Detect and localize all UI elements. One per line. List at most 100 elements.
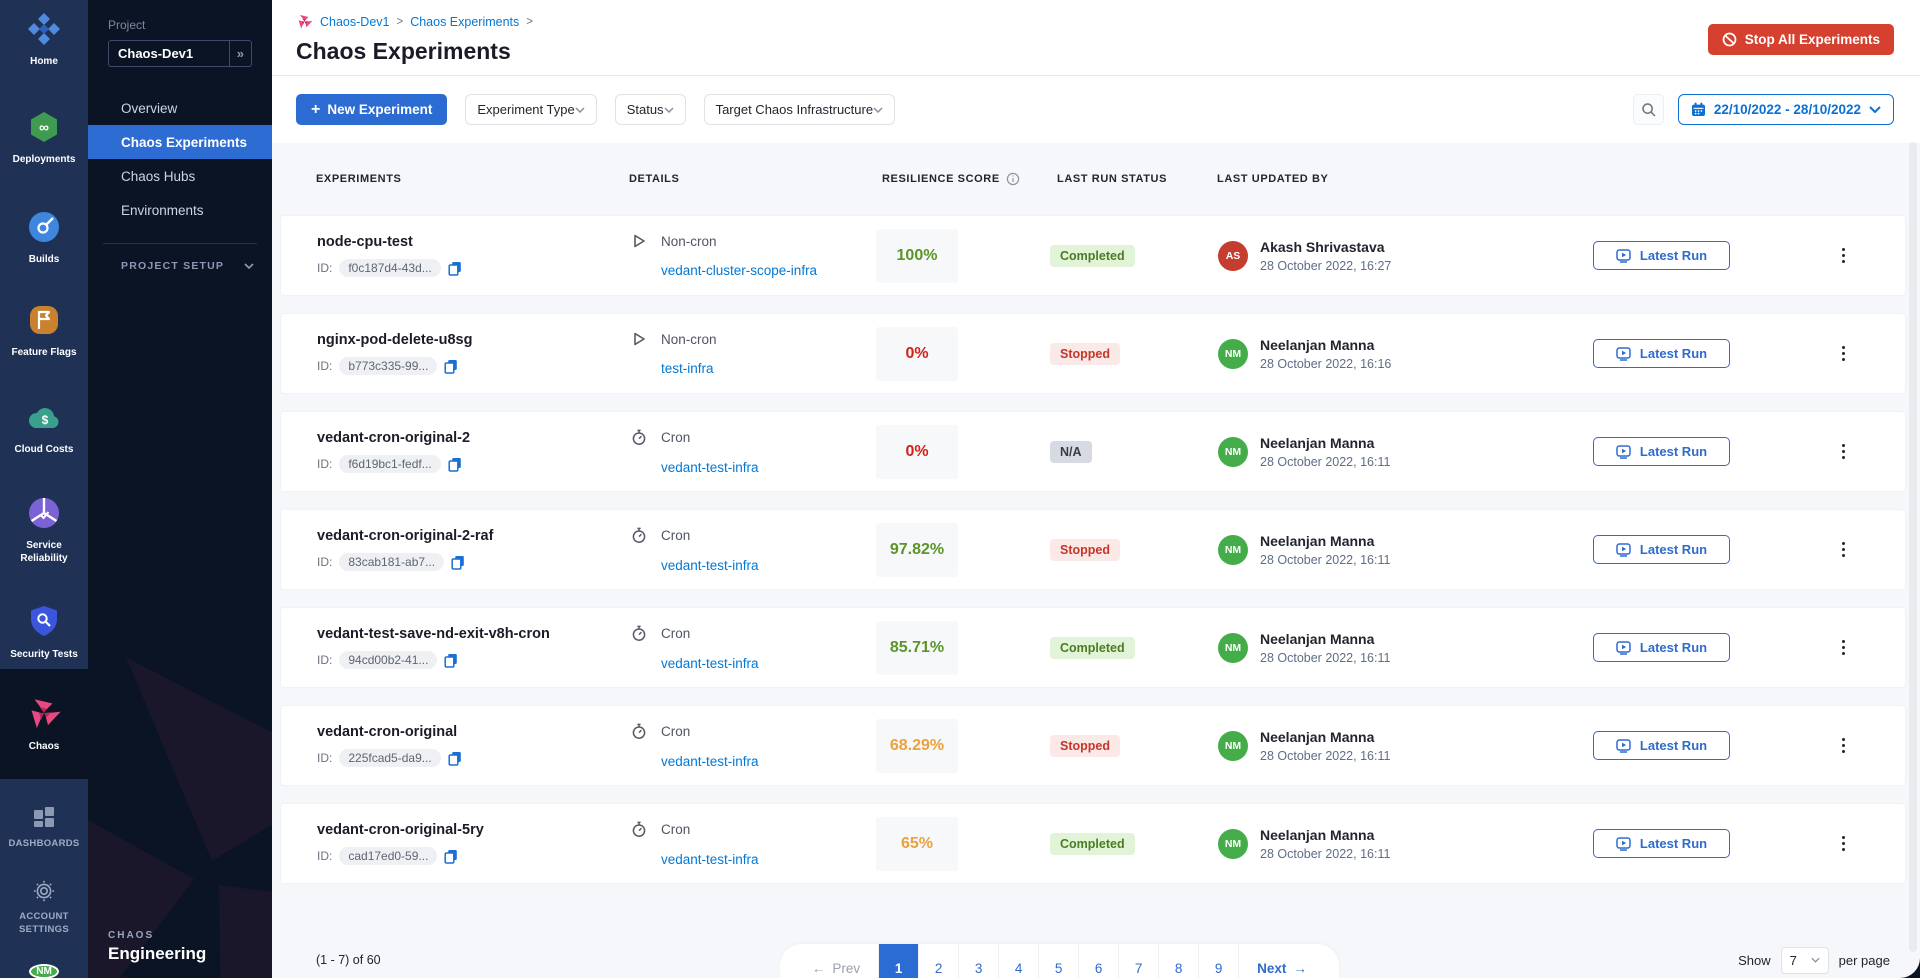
nav-home[interactable]: Home <box>0 12 88 68</box>
avatar: NM <box>1218 437 1248 467</box>
kebab-menu[interactable] <box>1838 339 1850 368</box>
experiment-name[interactable]: node-cpu-test <box>317 234 630 250</box>
copy-icon[interactable] <box>448 457 462 472</box>
infrastructure-link[interactable]: vedant-test-infra <box>661 852 759 867</box>
sidebar-nav-item[interactable]: Chaos Hubs <box>88 159 272 193</box>
new-experiment-button[interactable]: + New Experiment <box>296 94 447 125</box>
copy-icon[interactable] <box>444 359 458 374</box>
sidebar-nav: Overview Chaos Experiments Chaos Hubs En… <box>88 91 272 227</box>
experiment-name[interactable]: vedant-cron-original-2-raf <box>317 528 630 544</box>
page-button[interactable]: 9 <box>1198 944 1238 978</box>
stop-all-experiments-button[interactable]: Stop All Experiments <box>1708 24 1894 55</box>
latest-run-button[interactable]: Latest Run <box>1593 241 1730 270</box>
expand-icon[interactable]: » <box>229 41 251 66</box>
project-selector[interactable]: Chaos-Dev1 » <box>108 40 252 67</box>
latest-run-button[interactable]: Latest Run <box>1593 829 1730 858</box>
kebab-menu[interactable] <box>1838 731 1850 760</box>
sidebar-nav-item[interactable]: Environments <box>88 193 272 227</box>
filter-dropdown[interactable]: Status <box>615 94 686 125</box>
page-button[interactable]: 2 <box>918 944 958 978</box>
infrastructure-row: vedant-test-infra <box>630 558 876 573</box>
experiment-name[interactable]: nginx-pod-delete-u8sg <box>317 332 630 348</box>
id-label: ID: <box>317 751 332 765</box>
project-setup-toggle[interactable]: PROJECT SETUP <box>88 260 272 272</box>
experiment-id-row: ID: b773c335-99... <box>317 357 630 375</box>
sidebar-nav-item[interactable]: Overview <box>88 91 272 125</box>
avatar: NM <box>1218 339 1248 369</box>
chaos-watermark-icon <box>88 572 272 978</box>
experiment-name[interactable]: vedant-cron-original-5ry <box>317 822 630 838</box>
nav-deployments[interactable]: ∞ Deployments <box>0 110 88 166</box>
nav-cloud-costs[interactable]: $ Cloud Costs <box>0 402 88 456</box>
latest-run-button[interactable]: Latest Run <box>1593 339 1730 368</box>
nav-service-reliability[interactable]: Service Reliability <box>0 496 88 565</box>
copy-icon[interactable] <box>444 849 458 864</box>
nav-security-tests[interactable]: Security Tests <box>0 605 88 661</box>
infrastructure-link[interactable]: test-infra <box>661 361 714 376</box>
latest-run-button[interactable]: Latest Run <box>1593 731 1730 760</box>
info-icon[interactable] <box>1006 172 1020 186</box>
sidebar-nav-item[interactable]: Chaos Experiments <box>88 125 272 159</box>
nav-dashboards[interactable]: DASHBOARDS <box>0 805 88 850</box>
infrastructure-link[interactable]: vedant-test-infra <box>661 460 759 475</box>
next-page-button[interactable]: Next → <box>1238 944 1325 978</box>
updated-timestamp: 28 October 2022, 16:11 <box>1260 553 1390 567</box>
experiment-id: f6d19bc1-fedf... <box>339 455 440 473</box>
copy-icon[interactable] <box>448 751 462 766</box>
infrastructure-link[interactable]: vedant-test-infra <box>661 754 759 769</box>
page-button[interactable]: 4 <box>998 944 1038 978</box>
kebab-menu[interactable] <box>1838 535 1850 564</box>
updated-timestamp: 28 October 2022, 16:11 <box>1260 847 1390 861</box>
breadcrumb-project-link[interactable]: Chaos-Dev1 <box>320 15 389 29</box>
page-button[interactable]: 1 <box>878 944 918 978</box>
feature-flags-icon <box>27 303 61 340</box>
kebab-menu[interactable] <box>1838 241 1850 270</box>
per-page-label: per page <box>1839 953 1890 968</box>
status-badge: Completed <box>1050 833 1135 855</box>
filter-dropdown[interactable]: Experiment Type <box>465 94 596 125</box>
experiment-name[interactable]: vedant-cron-original-2 <box>317 430 630 446</box>
schedule-type: Non-cron <box>661 332 717 347</box>
page-header: Chaos-Dev1 > Chaos Experiments > Chaos E… <box>272 0 1920 76</box>
infrastructure-link[interactable]: vedant-cluster-scope-infra <box>661 263 817 278</box>
scrollbar[interactable] <box>1909 142 1917 952</box>
kebab-menu[interactable] <box>1838 829 1850 858</box>
page-size-select[interactable]: 7 <box>1781 947 1829 974</box>
copy-icon[interactable] <box>451 555 465 570</box>
kebab-menu[interactable] <box>1838 437 1850 466</box>
copy-icon[interactable] <box>444 653 458 668</box>
search-button[interactable] <box>1633 94 1664 125</box>
kebab-menu[interactable] <box>1838 633 1850 662</box>
page-button[interactable]: 3 <box>958 944 998 978</box>
latest-run-button[interactable]: Latest Run <box>1593 535 1730 564</box>
experiment-id-row: ID: f0c187d4-43d... <box>317 259 630 277</box>
avatar: NM <box>1218 535 1248 565</box>
filter-dropdown[interactable]: Target Chaos Infrastructure <box>704 94 896 125</box>
main-content: Chaos-Dev1 > Chaos Experiments > Chaos E… <box>272 0 1920 978</box>
page-button[interactable]: 6 <box>1078 944 1118 978</box>
page-button[interactable]: 8 <box>1158 944 1198 978</box>
user-avatar[interactable]: NM <box>29 964 59 978</box>
breadcrumb-experiments-link[interactable]: Chaos Experiments <box>410 15 519 29</box>
updated-timestamp: 28 October 2022, 16:11 <box>1260 749 1390 763</box>
nav-builds[interactable]: Builds <box>0 210 88 266</box>
project-sidebar: Project Chaos-Dev1 » Overview Chaos Expe… <box>88 0 272 978</box>
nav-feature-flags[interactable]: Feature Flags <box>0 303 88 359</box>
latest-run-button[interactable]: Latest Run <box>1593 437 1730 466</box>
copy-icon[interactable] <box>448 261 462 276</box>
nav-account-settings[interactable]: ACCOUNT SETTINGS <box>0 880 88 936</box>
schedule-type-row: Cron <box>630 625 876 642</box>
resilience-score: 97.82% <box>876 523 958 577</box>
prev-page-button[interactable]: ← Prev <box>794 944 878 978</box>
infrastructure-link[interactable]: vedant-test-infra <box>661 558 759 573</box>
infrastructure-link[interactable]: vedant-test-infra <box>661 656 759 671</box>
nav-chaos[interactable]: Chaos <box>0 669 88 779</box>
page-button[interactable]: 7 <box>1118 944 1158 978</box>
experiment-name[interactable]: vedant-test-save-nd-exit-v8h-cron <box>317 626 630 642</box>
experiment-id-row: ID: 83cab181-ab7... <box>317 553 630 571</box>
date-range-picker[interactable]: 22/10/2022 - 28/10/2022 <box>1678 94 1894 125</box>
experiment-name[interactable]: vedant-cron-original <box>317 724 630 740</box>
schedule-type-row: Cron <box>630 821 876 838</box>
page-button[interactable]: 5 <box>1038 944 1078 978</box>
latest-run-button[interactable]: Latest Run <box>1593 633 1730 662</box>
